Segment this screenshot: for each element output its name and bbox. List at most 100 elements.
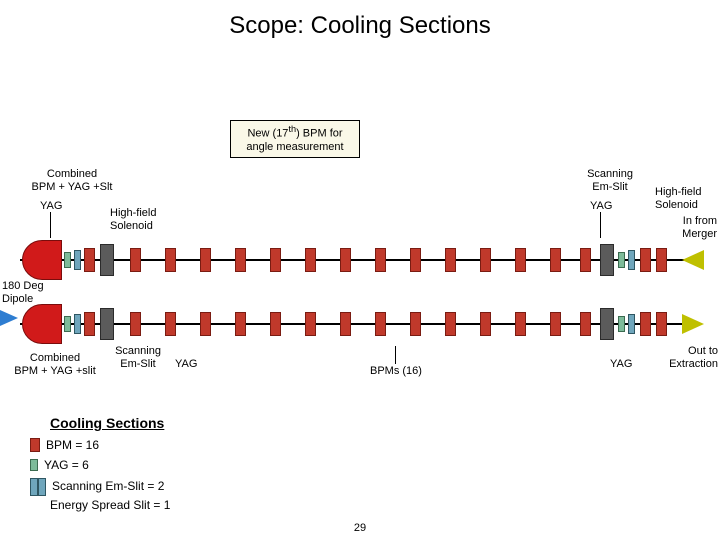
bpm-icon <box>130 312 141 336</box>
legend-row-energy: Energy Spread Slit = 1 <box>50 498 170 512</box>
label-combined-bottom: Combined BPM + YAG +slit <box>5 352 105 378</box>
legend-title: Cooling Sections <box>50 415 164 431</box>
bpm-icon <box>445 312 456 336</box>
legend-row-scanning: Scanning Em-Slit = 2 <box>30 478 164 494</box>
label-out-extraction-l1: Out to <box>688 345 718 357</box>
bpm-icon <box>270 312 281 336</box>
bpm-icon <box>656 248 667 272</box>
label-scanning-em-slit-top-l2: Em-Slit <box>592 181 627 193</box>
bpm-icon <box>165 312 176 336</box>
slit-icon <box>628 250 635 270</box>
arrow-left-icon <box>682 250 704 270</box>
legend-energy-text: Energy Spread Slit = 1 <box>50 498 170 512</box>
dipole-icon <box>22 240 62 280</box>
rail <box>20 323 700 325</box>
label-hf-solenoid-top-left-l2: Solenoid <box>110 220 153 232</box>
label-combined-bottom-l2: BPM + YAG +slit <box>14 365 96 377</box>
bpm-icon <box>480 312 491 336</box>
beamline-bottom <box>20 302 700 346</box>
label-scanning-bottom-l2: Em-Slit <box>120 358 155 370</box>
bpm-icon <box>550 312 561 336</box>
bpm-icon <box>375 248 386 272</box>
solenoid-icon <box>100 244 114 276</box>
bpm-icon <box>550 248 561 272</box>
yag-icon <box>64 316 71 332</box>
slit-swatch-icon <box>30 478 46 494</box>
bpm-icon <box>200 248 211 272</box>
dipole-icon <box>22 304 62 344</box>
bpm-icon <box>515 248 526 272</box>
label-dipole-l1: 180 Deg <box>2 280 44 292</box>
bpm-icon <box>515 312 526 336</box>
bpm-icon <box>375 312 386 336</box>
yag-swatch-icon <box>30 459 38 471</box>
yag-icon <box>64 252 71 268</box>
bpm-icon <box>270 248 281 272</box>
bpm-icon <box>165 248 176 272</box>
bpm-icon <box>84 248 95 272</box>
legend-yag-text: YAG = 6 <box>44 458 89 472</box>
label-combined-top-l1: Combined <box>47 168 97 180</box>
label-hf-solenoid-top-right-l1: High-field <box>655 186 701 198</box>
bpm-icon <box>580 312 591 336</box>
label-yag-bottom-left: YAG <box>175 358 197 371</box>
label-combined-top: Combined BPM + YAG +Slt <box>22 168 122 194</box>
pointer-line <box>395 346 396 364</box>
bpm-icon <box>445 248 456 272</box>
label-scanning-bottom: Scanning Em-Slit <box>108 345 168 371</box>
beamline-top <box>20 238 700 282</box>
slit-icon <box>74 250 81 270</box>
bpm-icon <box>200 312 211 336</box>
callout-new-bpm-text1: New (17 <box>247 128 288 140</box>
callout-new-bpm: New (17th) BPM for angle measurement <box>230 120 360 158</box>
bpm-icon <box>410 248 421 272</box>
label-out-extraction: Out to Extraction <box>660 345 718 371</box>
slit-icon <box>74 314 81 334</box>
bpm-icon <box>84 312 95 336</box>
label-hf-solenoid-top-right-l2: Solenoid <box>655 199 698 211</box>
bpm-icon <box>340 312 351 336</box>
callout-new-bpm-text2: angle measurement <box>246 141 343 153</box>
label-hf-solenoid-top-left: High-field Solenoid <box>110 207 156 233</box>
rail <box>20 259 700 261</box>
bpm-icon <box>656 312 667 336</box>
arrow-right-icon <box>0 310 18 326</box>
bpm-icon <box>130 248 141 272</box>
page-number: 29 <box>0 522 720 534</box>
solenoid-icon <box>600 244 614 276</box>
solenoid-icon <box>100 308 114 340</box>
bpm-icon <box>235 248 246 272</box>
yag-icon <box>618 252 625 268</box>
label-hf-solenoid-top-left-l1: High-field <box>110 207 156 219</box>
label-yag-top-right: YAG <box>590 200 612 213</box>
yag-icon <box>618 316 625 332</box>
arrow-right-icon <box>682 314 704 334</box>
bpm-icon <box>580 248 591 272</box>
label-out-extraction-l2: Extraction <box>669 358 718 370</box>
bpm-icon <box>305 248 316 272</box>
label-combined-bottom-l1: Combined <box>30 352 80 364</box>
page-title: Scope: Cooling Sections <box>0 12 720 40</box>
legend-row-bpm: BPM = 16 <box>30 438 99 452</box>
label-scanning-bottom-l1: Scanning <box>115 345 161 357</box>
legend-scanning-text: Scanning Em-Slit = 2 <box>52 479 164 493</box>
pointer-line <box>50 212 51 238</box>
bpm-icon <box>235 312 246 336</box>
bpm-icon <box>305 312 316 336</box>
legend-row-yag: YAG = 6 <box>30 458 89 472</box>
slit-icon <box>628 314 635 334</box>
bpm-swatch-icon <box>30 438 40 452</box>
pointer-line <box>600 212 601 238</box>
bpm-icon <box>640 248 651 272</box>
label-scanning-em-slit-top: Scanning Em-Slit <box>575 168 645 194</box>
label-hf-solenoid-top-right: High-field Solenoid <box>655 186 701 212</box>
label-combined-top-l2: BPM + YAG +Slt <box>32 181 113 193</box>
bpm-icon <box>480 248 491 272</box>
bpm-icon <box>640 312 651 336</box>
label-bpms-count: BPMs (16) <box>370 365 422 378</box>
label-yag-top-left: YAG <box>40 200 62 213</box>
bpm-icon <box>410 312 421 336</box>
solenoid-icon <box>600 308 614 340</box>
label-yag-bottom-right: YAG <box>610 358 632 371</box>
callout-new-bpm-text1b: ) BPM for <box>296 128 342 140</box>
